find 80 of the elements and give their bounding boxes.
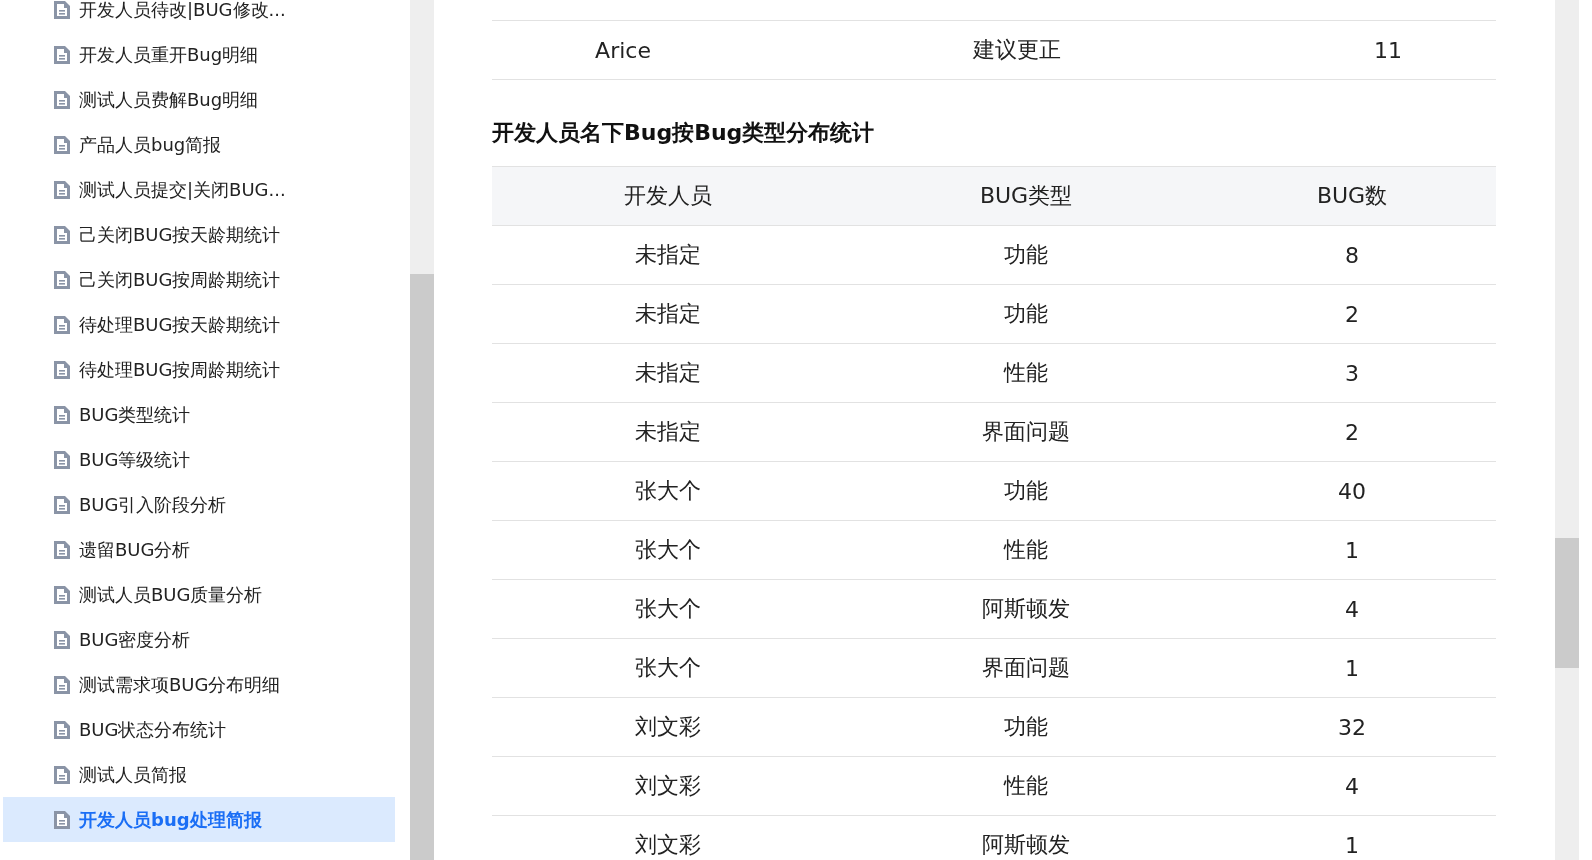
document-icon bbox=[53, 494, 71, 515]
table-cell-text: 刘文彩 bbox=[634, 772, 702, 800]
table-cell-text: 1 bbox=[1344, 832, 1360, 858]
table-cell-text: 4 bbox=[1344, 596, 1360, 622]
table-cell-text: 11 bbox=[1373, 37, 1403, 63]
sidebar-item[interactable]: BUG密度分析 bbox=[3, 617, 395, 662]
table-cell-text: 张大个 bbox=[634, 654, 702, 682]
document-icon bbox=[53, 764, 71, 785]
sidebar-item[interactable]: 己关闭BUG按天龄期统计 bbox=[3, 212, 395, 257]
sidebar-item[interactable]: 待处理BUG按周龄期统计 bbox=[3, 347, 395, 392]
table-cell-text: 张大个 bbox=[634, 536, 702, 564]
document-icon bbox=[53, 134, 71, 155]
sidebar-item[interactable]: 测试人员提交|关闭BUG... bbox=[3, 167, 395, 212]
table-cell-text: 界面问题 bbox=[981, 654, 1071, 682]
sidebar-item[interactable]: 开发人员待改|BUG修改... bbox=[3, 0, 395, 32]
table-cell-text: 1 bbox=[1344, 655, 1360, 681]
table-cell-text: 功能 bbox=[1003, 241, 1049, 269]
table-cell-text: 功能 bbox=[1003, 713, 1049, 741]
document-icon bbox=[53, 539, 71, 560]
table-cell-text: 未指定 bbox=[634, 418, 702, 446]
document-icon bbox=[53, 449, 71, 470]
document-icon bbox=[53, 404, 71, 425]
document-icon bbox=[53, 719, 71, 740]
table-cell-text: 2 bbox=[1344, 301, 1360, 327]
table-cell-text: 2 bbox=[1344, 419, 1360, 445]
sidebar-item[interactable]: 产品人员bug简报 bbox=[3, 122, 395, 167]
sidebar-item[interactable]: 测试需求项BUG分布明细 bbox=[3, 662, 395, 707]
sidebar-item[interactable]: BUG状态分布统计 bbox=[3, 707, 395, 752]
table-cell-text: 40 bbox=[1337, 478, 1367, 504]
document-icon bbox=[53, 44, 71, 65]
table-cell-text: 3 bbox=[1344, 360, 1360, 386]
table-cell-text: 建议更正 bbox=[972, 36, 1062, 64]
table-cell-text: 未指定 bbox=[634, 241, 702, 269]
scrollbar[interactable] bbox=[1555, 0, 1579, 860]
table-cell-text: 张大个 bbox=[634, 477, 702, 505]
sidebar-item[interactable]: 测试人员费解Bug明细 bbox=[3, 77, 395, 122]
sidebar-item[interactable]: 测试人员BUG质量分析 bbox=[3, 572, 395, 617]
table-cell-text: 阿斯顿发 bbox=[981, 831, 1071, 859]
table-cell-text: 阿斯顿发 bbox=[981, 595, 1071, 623]
document-icon bbox=[53, 809, 71, 830]
table-cell-text: 4 bbox=[1344, 773, 1360, 799]
document-icon bbox=[53, 224, 71, 245]
sidebar-item[interactable]: 开发人员bug处理简报 bbox=[3, 797, 395, 842]
table-cell-text: 32 bbox=[1337, 714, 1367, 740]
document-icon bbox=[53, 674, 71, 695]
column-header: BUG类型 bbox=[978, 182, 1074, 210]
table-cell-text: 性能 bbox=[1002, 536, 1049, 564]
sidebar-item[interactable]: 开发人员重开Bug明细 bbox=[3, 32, 395, 77]
scrollbar[interactable] bbox=[410, 0, 434, 860]
sidebar-item[interactable]: 己关闭BUG按周龄期统计 bbox=[3, 257, 395, 302]
table-cell-text: 功能 bbox=[1003, 477, 1049, 505]
document-icon bbox=[53, 314, 71, 335]
table-cell-text: 张大个 bbox=[634, 595, 702, 623]
table-cell-text: 8 bbox=[1344, 242, 1360, 268]
table-cell-text: 刘文彩 bbox=[634, 713, 702, 741]
document-icon bbox=[53, 629, 71, 650]
sidebar-item[interactable]: BUG引入阶段分析 bbox=[3, 482, 395, 527]
document-icon bbox=[53, 359, 71, 380]
table-cell-text: 功能 bbox=[1003, 300, 1049, 328]
document-icon bbox=[53, 269, 71, 290]
sidebar-item[interactable]: 测试人员简报 bbox=[3, 752, 395, 797]
table-cell-text: 未指定 bbox=[634, 359, 702, 387]
document-icon bbox=[53, 0, 71, 20]
column-header: BUG数 bbox=[1315, 182, 1389, 210]
table-cell-text: 刘文彩 bbox=[634, 831, 702, 859]
table-cell-text: 性能 bbox=[1002, 772, 1049, 800]
table-cell-text: 1 bbox=[1344, 537, 1360, 563]
sidebar-item[interactable]: BUG类型统计 bbox=[3, 392, 395, 437]
sidebar-item[interactable]: 待处理BUG按天龄期统计 bbox=[3, 302, 395, 347]
document-icon bbox=[53, 179, 71, 200]
table-cell-text: Arice bbox=[594, 37, 652, 63]
table-cell-text: 性能 bbox=[1002, 359, 1049, 387]
table-cell-text: 未指定 bbox=[634, 300, 702, 328]
document-icon bbox=[53, 584, 71, 605]
sidebar-item[interactable]: BUG等级统计 bbox=[3, 437, 395, 482]
section-title: 开发人员名下Bug按Bug类型分布统计 bbox=[492, 119, 876, 147]
document-icon bbox=[53, 89, 71, 110]
column-header: 开发人员 bbox=[623, 182, 713, 210]
table-cell-text: 界面问题 bbox=[981, 418, 1071, 446]
sidebar-item[interactable]: 遗留BUG分析 bbox=[3, 527, 395, 572]
